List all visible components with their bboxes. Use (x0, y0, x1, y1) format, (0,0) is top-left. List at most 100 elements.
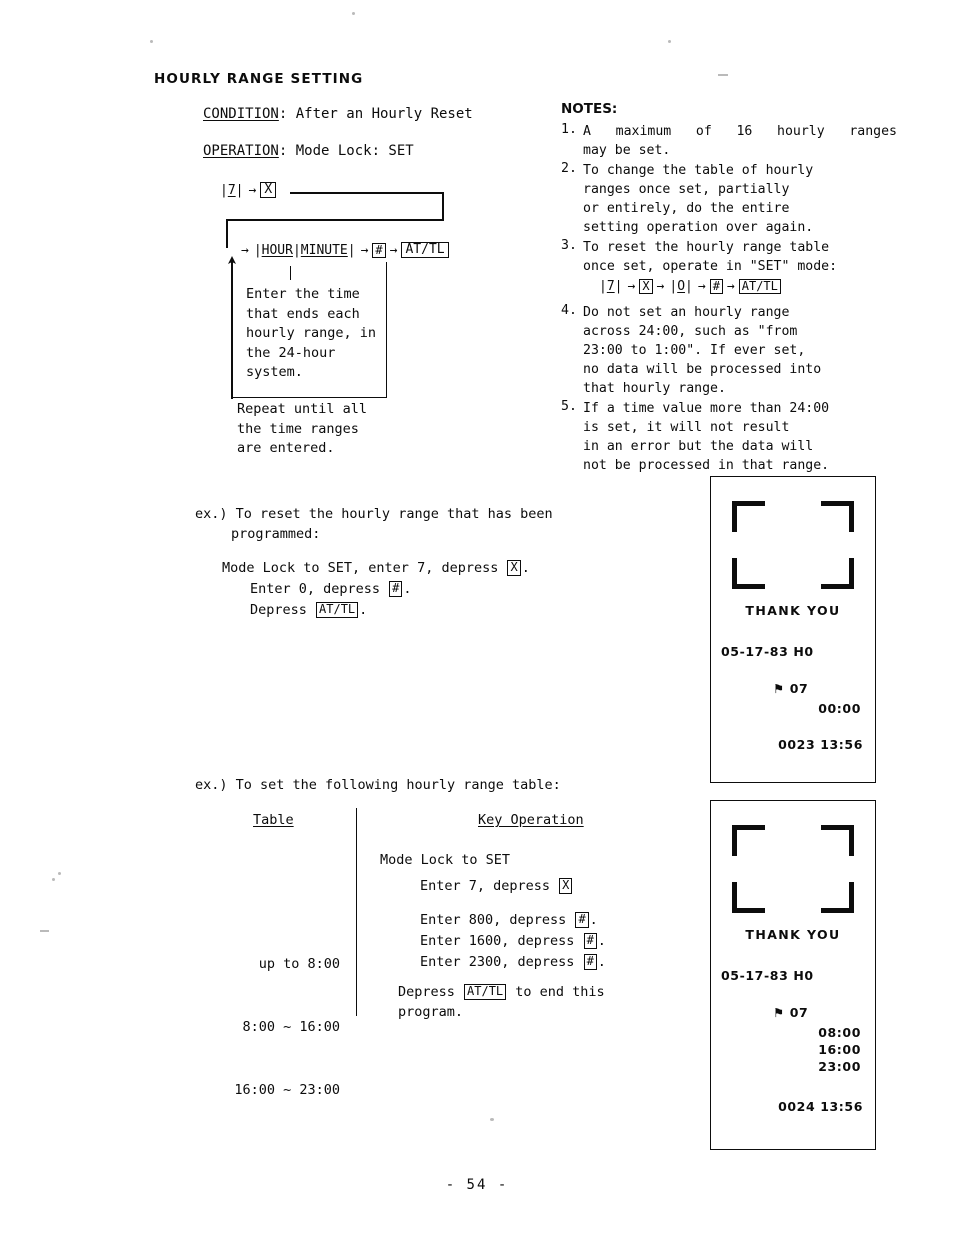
flow-arrow-1: → (248, 182, 257, 198)
receipt-times: 08:00 16:00 23:00 (711, 1024, 875, 1075)
step-text: Depress (250, 602, 316, 618)
note-line: may be set. (583, 143, 671, 158)
example-1-line-1: ex.) To reset the hourly range that has … (195, 506, 553, 522)
column-header-key-operation: Key Operation (478, 812, 584, 828)
key-hash-box: # (583, 933, 597, 949)
key-hash-box: # (575, 912, 589, 928)
note-item: 3. To reset the hourly range table once … (561, 238, 897, 297)
step-period: . (359, 602, 368, 618)
note-text: To reset the hourly range table once set… (583, 238, 897, 297)
flow-connector-left (226, 219, 228, 248)
step-text: Enter 800, depress (420, 912, 575, 928)
condition-line: CONDITION: After an Hourly Reset (203, 106, 473, 122)
keyop-enter-7: Enter 7, depress X (380, 873, 573, 899)
note-line: To reset the hourly range table (583, 240, 830, 255)
note-item: 5. If a time value more than 24:00 is se… (561, 399, 897, 475)
keyop-row: Enter 1600, depress #. (420, 931, 606, 952)
scan-speck (352, 12, 355, 15)
step-period: . (521, 560, 530, 576)
receipt-date: 05-17-83 Н0 (721, 644, 814, 659)
key-hash-box: # (583, 954, 597, 970)
flow-arrow-2: → (360, 242, 369, 258)
receipt-sample-set: THANK YOU 05-17-83 Н0 ⚑ 07 08:00 16:00 2… (710, 800, 876, 1150)
note-line: not be processed in that range. (583, 457, 830, 473)
note-text: Do not set an hourly range across 24:00,… (583, 303, 897, 398)
receipt-times: 00:00 (711, 700, 875, 717)
explanation-tick (290, 266, 292, 280)
key-7-bar: |7| (599, 279, 623, 294)
key-x-box: X (639, 278, 653, 295)
key-hash-box: # (709, 278, 723, 295)
page-title: HOURLY RANGE SETTING (154, 71, 364, 87)
note-number: 3. (561, 238, 577, 253)
receipt-logo-frame-icon (732, 825, 854, 913)
receipt-time-row: 23:00 (818, 1059, 861, 1074)
scan-speck (150, 40, 153, 43)
receipt-program-flag: ⚑ 07 (773, 1005, 809, 1020)
keyop-depress-line-2: program. (398, 1003, 464, 1020)
notes-title: NOTES: (561, 101, 618, 117)
keyop-mode-lock: Mode Lock to SET (380, 852, 511, 868)
keyop-depress-line-1: Depress AT/TL to end this (398, 983, 605, 1003)
flow-step-row-2: → |HOUR|MINUTE| → # → AT/TL (238, 242, 450, 259)
note-line: setting operation over again. (583, 220, 814, 235)
table-row: 16:00 ~ 23:00 (234, 1082, 340, 1098)
receipt-time-row: 08:00 (818, 1025, 861, 1040)
example-2-intro: ex.) To set the following hourly range t… (195, 777, 561, 793)
example-1-steps: Mode Lock to SET, enter 7, depress X. En… (222, 558, 530, 621)
note-line: is set, it will not result (583, 419, 790, 435)
receipt-time-row: 16:00 (818, 1042, 861, 1057)
note-number: 2. (561, 161, 577, 176)
note-line: in an error but the data will (583, 438, 814, 454)
explanation-text: Enter the time that ends each hourly ran… (246, 286, 377, 380)
scan-speck (40, 930, 49, 932)
note-text: To change the table of hourly ranges onc… (583, 161, 897, 237)
example-1-intro: ex.) To reset the hourly range that has … (195, 505, 553, 544)
scan-speck (668, 40, 671, 43)
step-period: . (597, 954, 606, 970)
flow-connector-mid (226, 219, 444, 221)
hourly-range-table: up to 8:00 8:00 ~ 16:00 16:00 ~ 23:00 (196, 912, 340, 1143)
example-1-step-3: Depress AT/TL. (222, 600, 530, 621)
note-number: 5. (561, 398, 577, 414)
step-text: Enter 7, depress (420, 878, 559, 894)
key-7-bar: |7| (220, 182, 244, 198)
note-key-sequence: |7| → X → |O| → # → AT/TL (597, 277, 897, 297)
note-line: or entirely, do the entire (583, 201, 790, 216)
condition-value: After an Hourly Reset (295, 106, 473, 122)
receipt-date: 05-17-83 Н0 (721, 968, 814, 983)
note-line: To change the table of hourly (583, 163, 814, 178)
table-row: 8:00 ~ 16:00 (242, 1019, 340, 1035)
scan-speck (490, 1118, 494, 1121)
note-line: no data will be processed into (583, 361, 822, 377)
step-period: . (403, 581, 412, 597)
keyop-row: Enter 800, depress #. (420, 910, 606, 931)
step-text: Enter 2300, depress (420, 954, 583, 970)
receipt-time-row: 00:00 (818, 701, 861, 716)
key-attl-box: AT/TL (316, 602, 359, 618)
note-text: A maximum of 16 hourly ranges may be set… (583, 122, 897, 160)
key-hash-box: # (372, 242, 386, 258)
notes-list: 1. A maximum of 16 hourly ranges may be … (561, 122, 897, 476)
receipt-logo-frame-icon (732, 501, 854, 589)
receipt-counter: 0023 13:56 (778, 737, 863, 752)
note-number: 1. (561, 122, 577, 137)
key-attl-box: AT/TL (738, 278, 781, 295)
scan-speck (718, 74, 728, 76)
example-1-line-2: programmed: (231, 525, 321, 542)
seq-arrow-1: → (627, 279, 636, 294)
operation-value: Mode Lock: SET (295, 143, 414, 159)
page-number: - 54 - (445, 1177, 509, 1193)
receipt-thanks-text: THANK YOU (745, 927, 841, 942)
condition-label: CONDITION (203, 106, 279, 122)
flow-arrow-3: → (389, 242, 398, 258)
note-item: 2. To change the table of hourly ranges … (561, 161, 897, 237)
scan-speck (58, 872, 61, 875)
note-line: If a time value more than 24:00 (583, 400, 830, 416)
operation-line: OPERATION: Mode Lock: SET (203, 143, 414, 159)
note-line: ranges once set, partially (583, 182, 790, 197)
flow-connector-top (290, 192, 444, 194)
key-attl-box: AT/TL (464, 984, 507, 1000)
seq-arrow-2: → (656, 279, 665, 294)
scan-speck (52, 878, 55, 881)
